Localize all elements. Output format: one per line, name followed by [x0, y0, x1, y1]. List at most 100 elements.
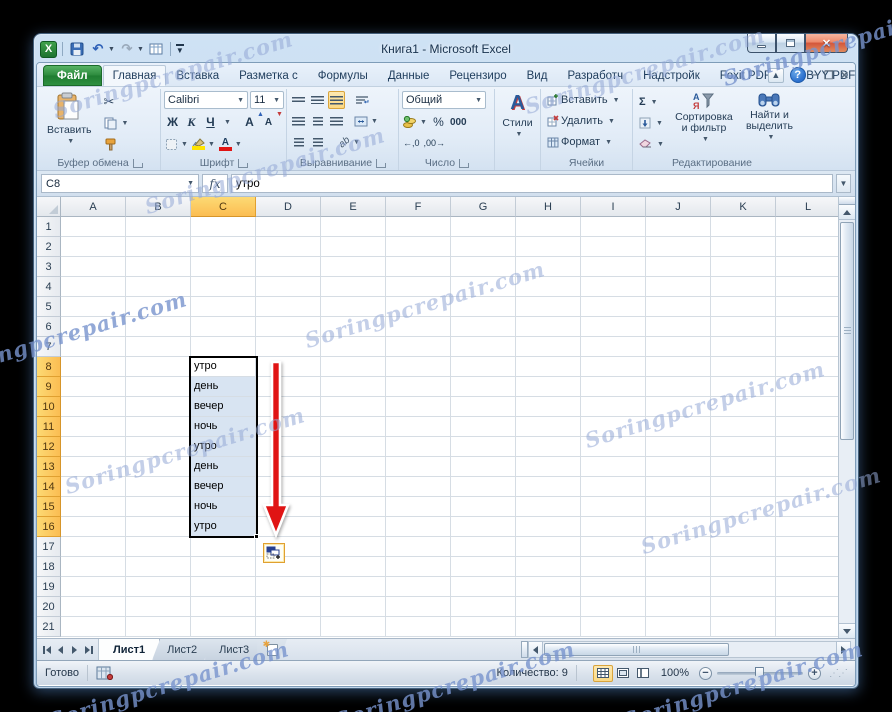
resize-grip[interactable]: ⋰⋰ — [829, 668, 848, 679]
cell-k12[interactable] — [711, 437, 776, 457]
cell-e20[interactable] — [321, 597, 386, 617]
cell-k13[interactable] — [711, 457, 776, 477]
cell-f4[interactable] — [386, 277, 451, 297]
horizontal-scroll-track[interactable] — [543, 641, 836, 658]
cell-g16[interactable] — [451, 517, 516, 537]
collapse-ribbon-icon[interactable]: ▲ — [767, 67, 784, 83]
column-header-i[interactable]: I — [581, 197, 646, 217]
align-left-button[interactable] — [290, 112, 307, 130]
cell-h11[interactable] — [516, 417, 581, 437]
cell-l5[interactable] — [776, 297, 841, 317]
cell-j17[interactable] — [646, 537, 711, 557]
dialog-launcher-icon[interactable] — [132, 158, 142, 168]
cell-k17[interactable] — [711, 537, 776, 557]
cell-e5[interactable] — [321, 297, 386, 317]
next-sheet-button[interactable] — [68, 642, 81, 657]
zoom-track[interactable] — [717, 666, 803, 681]
cell-l4[interactable] — [776, 277, 841, 297]
help-icon[interactable]: ? — [789, 67, 806, 83]
cell-i3[interactable] — [581, 257, 646, 277]
borders-button[interactable]: ▼ — [164, 135, 189, 153]
cell-e6[interactable] — [321, 317, 386, 337]
cell-l20[interactable] — [776, 597, 841, 617]
column-header-g[interactable]: G — [451, 197, 516, 217]
find-select-button[interactable]: Найти и выделить ▼ — [741, 90, 798, 143]
column-header-j[interactable]: J — [646, 197, 711, 217]
cell-a1[interactable] — [61, 217, 126, 237]
dialog-launcher-icon[interactable] — [376, 158, 386, 168]
cell-j7[interactable] — [646, 337, 711, 357]
styles-button[interactable]: А Стили ▼ — [497, 90, 537, 140]
styles-dropdown[interactable]: ▼ — [516, 131, 523, 138]
cell-k9[interactable] — [711, 377, 776, 397]
cut-button[interactable]: ✂ — [101, 92, 132, 112]
cell-j5[interactable] — [646, 297, 711, 317]
cell-f20[interactable] — [386, 597, 451, 617]
cell-l14[interactable] — [776, 477, 841, 497]
cell-i13[interactable] — [581, 457, 646, 477]
cell-f8[interactable] — [386, 357, 451, 377]
cell-i8[interactable] — [581, 357, 646, 377]
cell-e2[interactable] — [321, 237, 386, 257]
row-header-19[interactable]: 19 — [37, 577, 61, 597]
tab-review[interactable]: Рецензиро — [439, 65, 516, 86]
column-header-c[interactable]: C — [191, 197, 256, 217]
align-middle-button[interactable] — [309, 91, 326, 109]
column-header-l[interactable]: L — [776, 197, 841, 217]
row-header-13[interactable]: 13 — [37, 457, 61, 477]
last-sheet-button[interactable] — [82, 642, 95, 657]
cell-c1[interactable] — [191, 217, 256, 237]
cell-j12[interactable] — [646, 437, 711, 457]
cell-c18[interactable] — [191, 557, 256, 577]
previous-sheet-button[interactable] — [54, 642, 67, 657]
cell-j6[interactable] — [646, 317, 711, 337]
cell-b13[interactable] — [126, 457, 191, 477]
cell-g9[interactable] — [451, 377, 516, 397]
cell-b19[interactable] — [126, 577, 191, 597]
cell-l15[interactable] — [776, 497, 841, 517]
cell-g4[interactable] — [451, 277, 516, 297]
cell-l11[interactable] — [776, 417, 841, 437]
cell-a4[interactable] — [61, 277, 126, 297]
cell-i19[interactable] — [581, 577, 646, 597]
cell-a6[interactable] — [61, 317, 126, 337]
cell-j18[interactable] — [646, 557, 711, 577]
row-header-16[interactable]: 16 — [37, 517, 61, 537]
cell-c8[interactable]: утро — [191, 357, 256, 377]
cell-e15[interactable] — [321, 497, 386, 517]
row-header-18[interactable]: 18 — [37, 557, 61, 577]
cell-l19[interactable] — [776, 577, 841, 597]
cell-k10[interactable] — [711, 397, 776, 417]
sort-filter-button[interactable]: А Я Сортировка и фильтр ▼ — [671, 90, 737, 145]
cell-g19[interactable] — [451, 577, 516, 597]
cell-a7[interactable] — [61, 337, 126, 357]
cell-c3[interactable] — [191, 257, 256, 277]
tab-page-layout[interactable]: Разметка с — [229, 65, 308, 86]
italic-button[interactable]: К — [183, 113, 200, 131]
column-header-b[interactable]: B — [126, 197, 191, 217]
cell-e10[interactable] — [321, 397, 386, 417]
cell-k21[interactable] — [711, 617, 776, 637]
cell-c16[interactable]: утро — [191, 517, 256, 537]
cell-j20[interactable] — [646, 597, 711, 617]
increase-indent-button[interactable] — [309, 133, 326, 151]
cell-j4[interactable] — [646, 277, 711, 297]
cell-d21[interactable] — [256, 617, 321, 637]
cell-e16[interactable] — [321, 517, 386, 537]
autofill-options-button[interactable] — [263, 543, 285, 563]
cell-j8[interactable] — [646, 357, 711, 377]
cell-b15[interactable] — [126, 497, 191, 517]
cell-k8[interactable] — [711, 357, 776, 377]
cell-g15[interactable] — [451, 497, 516, 517]
cell-g13[interactable] — [451, 457, 516, 477]
column-header-h[interactable]: H — [516, 197, 581, 217]
cell-e4[interactable] — [321, 277, 386, 297]
cell-g6[interactable] — [451, 317, 516, 337]
tab-data[interactable]: Данные — [378, 65, 440, 86]
cell-i2[interactable] — [581, 237, 646, 257]
cell-k5[interactable] — [711, 297, 776, 317]
cell-e18[interactable] — [321, 557, 386, 577]
cell-b10[interactable] — [126, 397, 191, 417]
vertical-scroll-track[interactable] — [839, 442, 855, 623]
cell-h16[interactable] — [516, 517, 581, 537]
